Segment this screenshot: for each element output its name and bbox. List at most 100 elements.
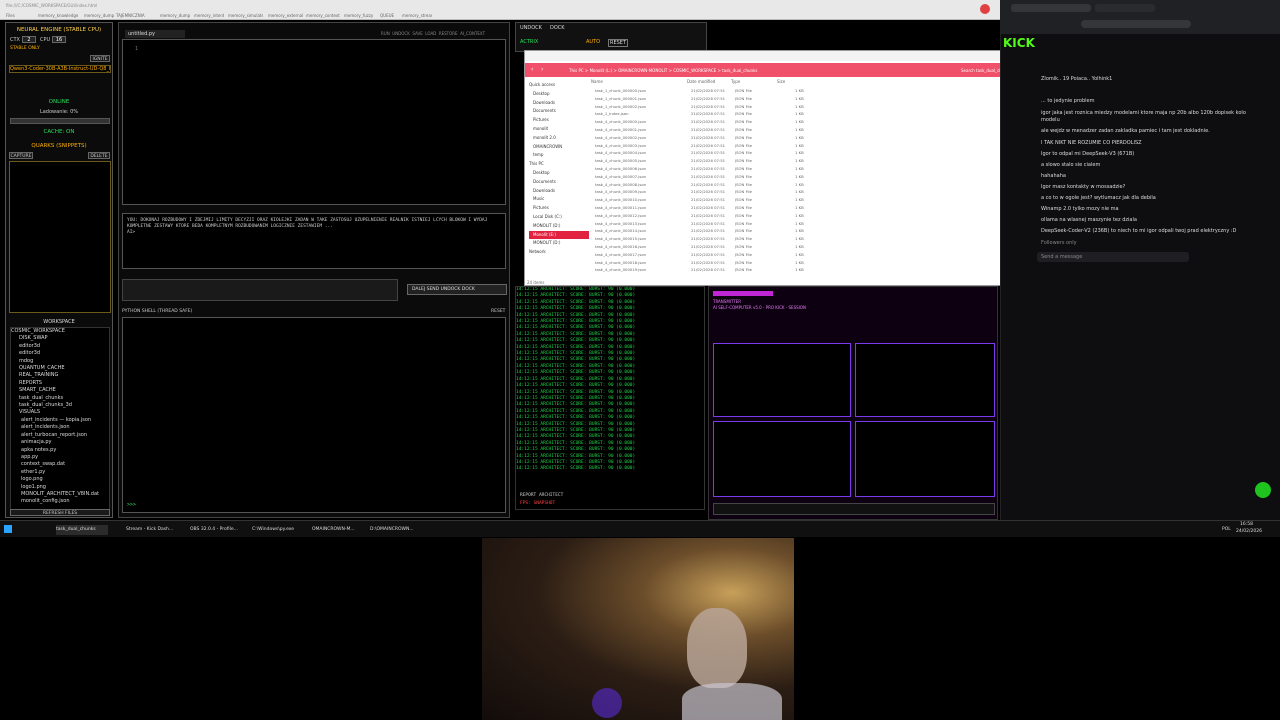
tree-item[interactable]: REAL_TRAINING	[11, 372, 109, 379]
tree-item[interactable]: alert_incidents — kopia.json	[11, 417, 109, 424]
nav-item[interactable]: Network	[529, 248, 589, 257]
file-row[interactable]: task_1_chunk_000001.json 21/02/2026 07:51…	[595, 95, 1025, 103]
nav-item[interactable]: Documents	[529, 107, 589, 116]
column-header[interactable]: Name	[591, 79, 603, 84]
top-tab[interactable]: memory_dump	[160, 13, 190, 19]
breadcrumb[interactable]: COSMIC_WORKSPACE	[673, 68, 716, 73]
tree-item[interactable]: REPORTS	[11, 380, 109, 387]
back-icon[interactable]: ‹	[531, 66, 533, 73]
nav-item[interactable]: OMAINCROWN	[529, 143, 589, 152]
taskbar-item[interactable]: D:\OMAINCROWN...	[370, 525, 426, 535]
top-tab[interactable]: Files	[6, 13, 36, 19]
restore-button[interactable]: RESTORE	[439, 31, 458, 36]
top-tab[interactable]: memory_dump	[84, 13, 114, 19]
run-button[interactable]: RUN	[381, 31, 390, 36]
start-icon[interactable]	[4, 525, 12, 533]
dock-button[interactable]: DOCK	[462, 287, 475, 292]
tree-item[interactable]: logo.png	[11, 476, 109, 483]
column-header[interactable]: Type	[731, 79, 740, 84]
actrix-toggle[interactable]: ACTRIX	[520, 39, 538, 45]
undock-button[interactable]: UNDOCK	[392, 31, 410, 36]
nav-item[interactable]: Desktop	[529, 169, 589, 178]
file-row[interactable]: task_1_chunk_000000.json 21/02/2026 07:51…	[595, 87, 1025, 95]
close-icon[interactable]	[980, 4, 990, 14]
nav-item[interactable]: monolit 2.0	[529, 134, 589, 143]
ignite-button[interactable]: IGNITE	[90, 55, 110, 62]
tree-item[interactable]: mdog	[11, 358, 109, 365]
top-tab[interactable]: TAJEMNICZNIA	[116, 13, 156, 19]
tree-item[interactable]: DISK_SWAP	[11, 335, 109, 342]
top-tab[interactable]: memory_context	[306, 13, 341, 19]
load-button[interactable]: LOAD	[425, 31, 436, 36]
nav-item[interactable]: Downloads	[529, 99, 589, 108]
clock-date[interactable]: 24/02/2026	[1236, 529, 1262, 534]
explorer-address-bar[interactable]: ‹ › This PC > Monolit (L:) > OMAINCROWN-…	[525, 63, 1035, 77]
file-row[interactable]: task_4_chunk_000004.json 21/02/2026 07:51…	[595, 149, 1025, 157]
file-row[interactable]: task_4_chunk_000008.json 21/02/2026 07:51…	[595, 181, 1025, 189]
tree-item[interactable]: app.py	[11, 454, 109, 461]
nav-item[interactable]: monolit	[529, 125, 589, 134]
top-tab[interactable]: memory_stream	[402, 13, 432, 19]
address-bar[interactable]: file:///C:/COSMIC_WORKSPACE/GUI/index.ht…	[6, 3, 216, 9]
file-row[interactable]: task_1_chunk_000002.json 21/02/2026 07:51…	[595, 103, 1025, 111]
save-button[interactable]: SAVE	[412, 31, 422, 36]
tree-item[interactable]: QUANTUM_CACHE	[11, 365, 109, 372]
taskbar-item[interactable]: C:\Windows\py.exe	[252, 525, 302, 535]
dash-input[interactable]	[713, 503, 995, 515]
top-tab[interactable]: memory_intent	[194, 13, 224, 19]
file-row[interactable]: task_4_chunk_000016.json 21/02/2026 07:51…	[595, 243, 1025, 251]
file-row[interactable]: task_4_chunk_000015.json 21/02/2026 07:51…	[595, 235, 1025, 243]
top-tab[interactable]: memory_simulated	[228, 13, 263, 19]
tree-item[interactable]: context_swap.dat	[11, 461, 109, 468]
taskbar-item[interactable]: Stream - Kick Dash...	[126, 525, 182, 535]
chat-fab-icon[interactable]	[1255, 482, 1271, 498]
tree-item[interactable]: editor3d	[11, 343, 109, 350]
undock-button[interactable]: UNDOCK	[441, 287, 461, 292]
shell-reset-button[interactable]: RESET	[491, 309, 505, 314]
file-row[interactable]: task_4_chunk_000012.json 21/02/2026 07:51…	[595, 212, 1025, 220]
nav-item[interactable]: This PC	[529, 160, 589, 169]
nav-item[interactable]: Pictures	[529, 204, 589, 213]
tree-item[interactable]: editor3d	[11, 350, 109, 357]
tree-item[interactable]: ether1.py	[11, 469, 109, 476]
browser-tab[interactable]	[1095, 4, 1155, 12]
editor-tab[interactable]: untitled.py	[125, 30, 185, 38]
send-button[interactable]: SEND	[427, 287, 440, 292]
file-row[interactable]: task_4_chunk_000002.json 21/02/2026 07:51…	[595, 134, 1025, 142]
file-row[interactable]: task_4_chunk_000017.json 21/02/2026 07:51…	[595, 251, 1025, 259]
taskbar-item[interactable]: task_dual_chunks	[56, 525, 108, 535]
file-row[interactable]: task_4_chunk_000018.json 21/02/2026 07:51…	[595, 259, 1025, 267]
taskbar-item[interactable]: OBS 32.0.4 - Profile...	[190, 525, 246, 535]
ai-context-button[interactable]: AI_CONTEXT	[460, 31, 485, 36]
tree-item[interactable]: COSMIC_WORKSPACE	[11, 328, 109, 335]
top-tab[interactable]: memory_fuzzy	[344, 13, 374, 19]
tree-item[interactable]: animacja.py	[11, 439, 109, 446]
file-row[interactable]: task_4_chunk_000014.json 21/02/2026 07:51…	[595, 227, 1025, 235]
tree-item[interactable]: monolit_config.json	[11, 498, 109, 505]
top-tab[interactable]: memory_external	[268, 13, 303, 19]
dock-button[interactable]: DOCK	[550, 25, 565, 31]
breadcrumb[interactable]: This PC	[569, 68, 584, 73]
capture-button[interactable]: CAPTURE	[9, 152, 33, 159]
tree-item[interactable]: task_dual_chunks	[11, 395, 109, 402]
tree-item[interactable]: SMART_CACHE	[11, 387, 109, 394]
clock-time[interactable]: 16:58	[1240, 522, 1253, 527]
tree-item[interactable]: alert_turbocan_report.json	[11, 432, 109, 439]
workspace-tree[interactable]: COSMIC_WORKSPACE DISK_SWAP editor3d edit…	[10, 327, 110, 513]
undock-button[interactable]: UNDOCK	[520, 25, 542, 31]
file-row[interactable]: task_4_chunk_000011.json 21/02/2026 07:51…	[595, 204, 1025, 212]
chat-input[interactable]: Send a message	[1037, 252, 1189, 262]
browser-tab[interactable]	[1011, 4, 1091, 12]
stable-only-checkbox[interactable]: STABLE ONLY	[10, 46, 40, 51]
file-row[interactable]: task_4_chunk_000009.json 21/02/2026 07:51…	[595, 188, 1025, 196]
file-row[interactable]: task_4_chunk_000003.json 21/02/2026 07:51…	[595, 142, 1025, 150]
reset-button[interactable]: RESET	[608, 39, 629, 47]
model-select[interactable]: Qwen3-Coder-30B-A3B-Instruct-UD-Q8_K_XL	[9, 65, 111, 73]
ctx-input[interactable]: 2	[22, 36, 36, 43]
file-row[interactable]: task_4_chunk_000005.json 21/02/2026 07:51…	[595, 157, 1025, 165]
tree-item[interactable]: apka notes.py	[11, 447, 109, 454]
file-row[interactable]: task_4_chunk_000006.json 21/02/2026 07:51…	[595, 165, 1025, 173]
dalej-button[interactable]: DALEJ	[412, 287, 425, 292]
nav-item[interactable]: MONOLIT (D:)	[529, 239, 589, 248]
delete-button[interactable]: DELETE	[88, 152, 110, 159]
